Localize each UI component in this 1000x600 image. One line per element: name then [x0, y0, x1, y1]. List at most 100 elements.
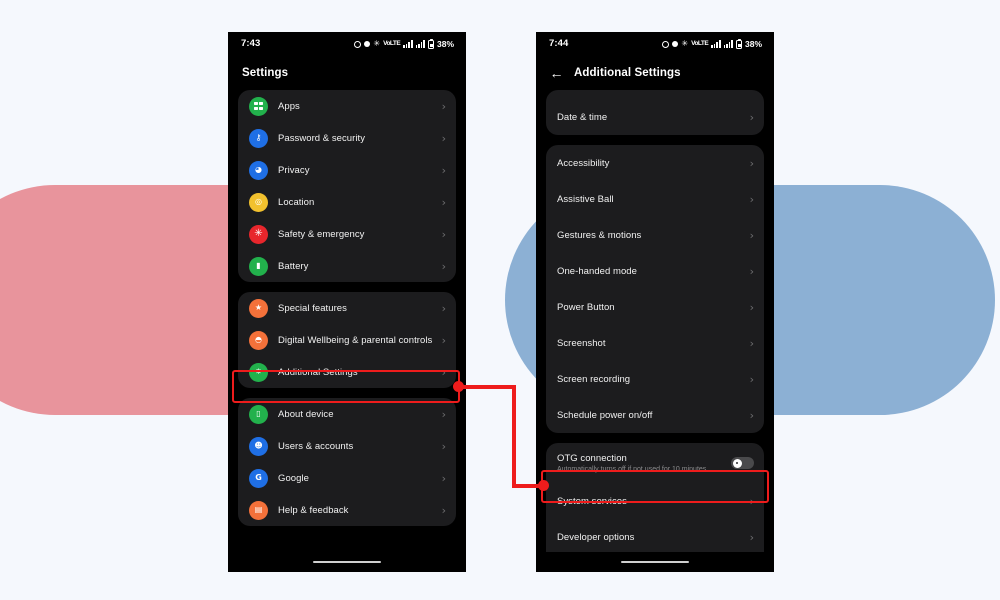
chevron-right-icon: ›	[749, 530, 754, 544]
settings-row-password-security[interactable]: ⚷ Password & security ›	[238, 122, 456, 154]
alarm-icon	[662, 40, 670, 48]
row-sublabel: Automatically turns off if not used for …	[557, 466, 709, 473]
phone-left-screen: 7:43 ✳ VoLTE 38% Settings Apps › ⚷ Passw…	[228, 32, 466, 572]
chevron-right-icon: ›	[749, 300, 754, 314]
otg-toggle[interactable]	[731, 457, 754, 469]
status-time: 7:43	[241, 38, 261, 50]
row-label: Screen recording	[557, 373, 631, 385]
signal-icon	[403, 40, 413, 48]
row-label: Schedule power on/off	[557, 409, 653, 421]
settings-row-special-features[interactable]: ★ Special features ›	[238, 292, 456, 324]
back-arrow-icon[interactable]: ←	[550, 66, 564, 80]
settings-row-otg-connection[interactable]: OTG connection Automatically turns off i…	[546, 443, 764, 483]
chevron-right-icon: ›	[749, 408, 754, 422]
settings-row-safety-emergency[interactable]: ✳ Safety & emergency ›	[238, 218, 456, 250]
settings-row-developer-options[interactable]: Developer options ›	[546, 519, 764, 552]
settings-row-about-device[interactable]: ▯ About device ›	[238, 398, 456, 430]
phone-icon: ▯	[249, 404, 268, 424]
row-label: Special features	[278, 302, 347, 314]
signal2-icon	[415, 40, 425, 48]
status-icon-tray: ✳ VoLTE 38%	[354, 38, 454, 49]
battery-icon	[735, 38, 742, 49]
row-label: Developer options	[557, 531, 635, 543]
signal-icon	[711, 40, 721, 48]
app-bar-left: Settings	[228, 56, 466, 90]
settings-row-power-button[interactable]: Power Button ›	[546, 289, 764, 325]
chevron-right-icon: ›	[441, 227, 446, 241]
battery-percent: 38%	[436, 38, 454, 49]
settings-row-apps[interactable]: Apps ›	[238, 90, 456, 122]
alarm-icon	[354, 40, 362, 48]
settings-list-right[interactable]: Keyboard & input methods › Date & time ›…	[536, 90, 774, 552]
privacy-icon: ◕	[249, 160, 268, 180]
row-label: Google	[278, 472, 309, 484]
settings-row-help-feedback[interactable]: ▤ Help & feedback ›	[238, 494, 456, 526]
settings-group-1: Apps › ⚷ Password & security › ◕ Privacy…	[238, 90, 456, 282]
row-label: Digital Wellbeing & parental controls	[278, 334, 432, 346]
battery-icon: ▮	[249, 256, 268, 276]
settings-row-privacy[interactable]: ◕ Privacy ›	[238, 154, 456, 186]
row-label: One-handed mode	[557, 265, 637, 277]
settings-row-system-services[interactable]: System services ›	[546, 483, 764, 519]
settings-row-digital-wellbeing[interactable]: ◓ Digital Wellbeing & parental controls …	[238, 324, 456, 356]
settings-row-additional-settings[interactable]: ✵ Additional Settings ›	[238, 356, 456, 388]
dot-icon	[364, 41, 371, 47]
chevron-right-icon: ›	[749, 494, 754, 508]
row-label: Accessibility	[557, 157, 610, 169]
safety-icon: ✳	[249, 224, 268, 244]
help-icon: ▤	[249, 500, 268, 520]
connector-dot-end	[538, 480, 549, 491]
status-icon-tray: ✳ VoLTE 38%	[662, 38, 762, 49]
chevron-right-icon: ›	[441, 407, 446, 421]
location-icon: ◎	[249, 192, 268, 212]
row-label: Power Button	[557, 301, 615, 313]
row-label: OTG connection	[557, 453, 627, 464]
bluetooth-icon: ✳	[681, 39, 689, 48]
screenshot-stage: 7:43 ✳ VoLTE 38% Settings Apps › ⚷ Passw…	[0, 0, 1000, 600]
settings-group-3: ▯ About device › ☻ Users & accounts › G …	[238, 398, 456, 526]
settings-row-date-time[interactable]: Date & time ›	[546, 99, 764, 135]
status-bar-right: 7:44 ✳ VoLTE 38%	[536, 32, 774, 56]
google-icon: G	[249, 468, 268, 488]
page-title: Settings	[242, 67, 289, 79]
chevron-right-icon: ›	[441, 365, 446, 379]
row-label: Screenshot	[557, 337, 606, 349]
battery-percent: 38%	[744, 38, 762, 49]
row-label: Additional Settings	[278, 366, 358, 378]
user-icon: ☻	[249, 436, 268, 456]
settings-row-assistive-ball[interactable]: Assistive Ball ›	[546, 181, 764, 217]
settings-row-battery[interactable]: ▮ Battery ›	[238, 250, 456, 282]
apps-icon	[249, 96, 268, 116]
settings-row-one-handed-mode[interactable]: One-handed mode ›	[546, 253, 764, 289]
phone-right: 7:44 ✳ VoLTE 38% ← Additional Settings D…	[536, 32, 774, 572]
settings-row-screenshot[interactable]: Screenshot ›	[546, 325, 764, 361]
chevron-right-icon: ›	[441, 503, 446, 517]
row-label: About device	[278, 408, 334, 420]
chevron-right-icon: ›	[749, 336, 754, 350]
settings-row-users-accounts[interactable]: ☻ Users & accounts ›	[238, 430, 456, 462]
home-indicator-left	[228, 552, 466, 572]
settings-row-accessibility[interactable]: Accessibility ›	[546, 145, 764, 181]
chevron-right-icon: ›	[749, 156, 754, 170]
home-indicator-right	[536, 552, 774, 572]
row-label: Apps	[278, 100, 300, 112]
settings-row-gestures-motions[interactable]: Gestures & motions ›	[546, 217, 764, 253]
signal2-icon	[723, 40, 733, 48]
settings-row-location[interactable]: ◎ Location ›	[238, 186, 456, 218]
clipped-row-keyboard-input-methods[interactable]: Keyboard & input methods ›	[546, 90, 764, 99]
settings-row-google[interactable]: G Google ›	[238, 462, 456, 494]
dot-icon	[672, 41, 679, 47]
settings-row-screen-recording[interactable]: Screen recording ›	[546, 361, 764, 397]
chevron-right-icon: ›	[749, 372, 754, 386]
settings-row-schedule-power[interactable]: Schedule power on/off ›	[546, 397, 764, 433]
row-label: Assistive Ball	[557, 193, 614, 205]
row-label: Date & time	[557, 111, 608, 123]
row-label: Gestures & motions	[557, 229, 642, 241]
chevron-right-icon: ›	[441, 195, 446, 209]
phone-left: 7:43 ✳ VoLTE 38% Settings Apps › ⚷ Passw…	[228, 32, 466, 572]
settings-list-left[interactable]: Apps › ⚷ Password & security › ◕ Privacy…	[228, 90, 466, 552]
row-label: Privacy	[278, 164, 310, 176]
star-icon: ★	[249, 298, 268, 318]
chevron-right-icon: ›	[441, 163, 446, 177]
status-time: 7:44	[549, 38, 569, 50]
